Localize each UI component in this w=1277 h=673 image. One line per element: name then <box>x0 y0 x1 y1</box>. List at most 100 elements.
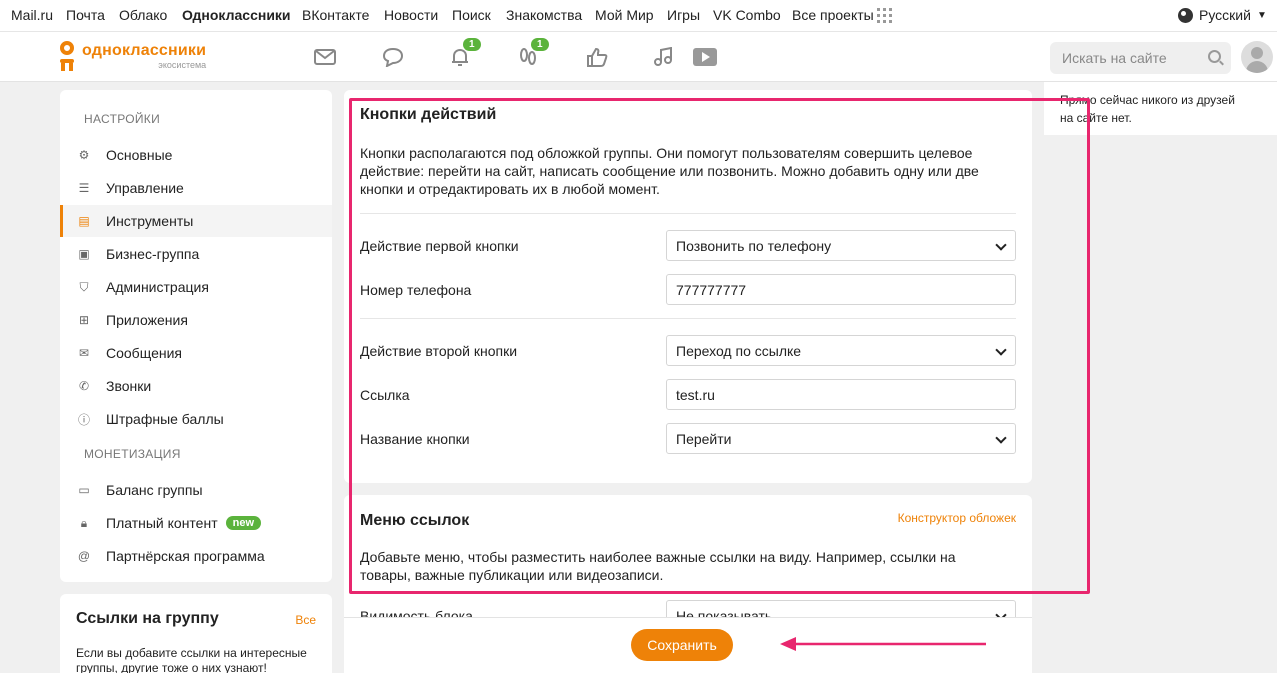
at-icon: @ <box>77 549 91 563</box>
first-action-select[interactable]: Позвонить по телефону <box>666 230 1016 261</box>
button-name-select[interactable]: Перейти <box>666 423 1016 454</box>
sidebar-item-penalty[interactable]: ⓘ Штрафные баллы <box>60 403 332 435</box>
sidebar-item-label: Сообщения <box>106 345 182 361</box>
envelope-icon: ✉ <box>78 346 90 360</box>
save-button[interactable]: Сохранить <box>631 629 733 661</box>
tools-icon: ▤ <box>78 214 90 228</box>
settings-section-title: НАСТРОЙКИ <box>84 112 161 126</box>
bell-icon[interactable]: 1 <box>445 38 481 72</box>
portal-link-games[interactable]: Игры <box>667 7 700 23</box>
link-input[interactable]: test.ru <box>666 379 1016 410</box>
phone-label: Номер телефона <box>360 282 472 298</box>
like-icon[interactable] <box>582 42 612 72</box>
second-action-select[interactable]: Переход по ссылке <box>666 335 1016 366</box>
sidebar-item-tools[interactable]: ▤ Инструменты <box>60 205 332 237</box>
sidebar-item-partner[interactable]: @ Партнёрская программа <box>60 540 332 572</box>
sidebar-item-label: Платный контент <box>106 515 218 531</box>
portal-link-cloud[interactable]: Облако <box>119 7 167 23</box>
friends-online-box: Прямо сейчас никого из друзей на сайте н… <box>1044 82 1277 135</box>
group-links-box: Ссылки на группу Все Если вы добавите сс… <box>60 594 332 673</box>
action-buttons-description: Кнопки располагаются под обложкой группы… <box>360 145 979 197</box>
link-menu-description: Добавьте меню, чтобы разместить наиболее… <box>360 549 956 583</box>
video-icon[interactable] <box>690 42 720 72</box>
link-value: test.ru <box>676 386 715 403</box>
sidebar-item-label: Звонки <box>106 378 152 394</box>
portal-link-search[interactable]: Поиск <box>452 7 491 23</box>
new-badge: new <box>225 516 262 530</box>
mail-icon[interactable] <box>310 42 340 72</box>
portal-link-myworld[interactable]: Мой Мир <box>595 7 654 23</box>
sidebar-item-paid-content[interactable]: 🔒︎ Платный контент new <box>60 507 332 539</box>
admin-icon: ⛉ <box>79 279 89 294</box>
divider <box>360 318 1016 319</box>
sidebar-item-calls[interactable]: ✆ Звонки <box>60 370 332 402</box>
sidebar-item-administration[interactable]: ⛉ Администрация <box>60 271 332 303</box>
link-menu-title: Меню ссылок <box>360 512 470 529</box>
friends-online-text: Прямо сейчас никого из друзей на сайте н… <box>1060 93 1235 125</box>
phone-input[interactable]: 777777777 <box>666 274 1016 305</box>
divider <box>360 213 1016 214</box>
sidebar-item-label: Штрафные баллы <box>106 411 224 427</box>
button-name-value: Перейти <box>676 430 732 447</box>
sidebar-item-label: Приложения <box>106 312 188 328</box>
portal-bar: Mail.ru Почта Облако Одноклассники ВКонт… <box>0 0 1277 32</box>
briefcase-icon: ▣ <box>78 247 90 261</box>
sidebar-item-label: Партнёрская программа <box>106 548 265 564</box>
music-icon[interactable] <box>648 42 678 72</box>
sidebar-item-business-group[interactable]: ▣ Бизнес-группа <box>60 238 332 270</box>
apps-grid-icon[interactable] <box>877 8 892 23</box>
user-avatar[interactable] <box>1241 41 1273 73</box>
ok-logo[interactable]: одноклассники экосистема <box>58 41 206 71</box>
second-action-value: Переход по ссылке <box>676 342 802 359</box>
guests-badge: 1 <box>531 38 549 51</box>
sidebar-item-messages[interactable]: ✉ Сообщения <box>60 337 332 369</box>
portal-link-mailru[interactable]: Mail.ru <box>11 7 53 23</box>
warning-icon: ⓘ <box>77 412 90 427</box>
cover-constructor-link[interactable]: Конструктор обложек <box>898 511 1016 525</box>
sidebar-item-label: Баланс группы <box>106 482 203 498</box>
chevron-down-icon <box>995 344 1007 356</box>
action-buttons-title: Кнопки действий <box>360 106 497 123</box>
lock-icon: 🔒︎ <box>80 515 88 530</box>
chevron-down-icon <box>995 432 1007 444</box>
button-name-label: Название кнопки <box>360 431 470 447</box>
sidebar-item-balance[interactable]: ▭ Баланс группы <box>60 474 332 506</box>
gear-icon: ⚙ <box>78 148 90 162</box>
sidebar-item-label: Инструменты <box>106 213 194 229</box>
second-action-label: Действие второй кнопки <box>360 343 518 359</box>
apps-icon: ⊞ <box>78 313 90 327</box>
language-selector[interactable]: Русский ▼ <box>1178 7 1267 23</box>
sidebar-item-label: Бизнес-группа <box>106 246 200 262</box>
group-links-all-link[interactable]: Все <box>295 613 316 627</box>
chat-icon[interactable] <box>378 42 408 72</box>
monetization-section-title: МОНЕТИЗАЦИЯ <box>84 447 181 461</box>
first-action-label: Действие первой кнопки <box>360 238 519 254</box>
group-links-title: Ссылки на группу <box>76 610 219 627</box>
globe-icon <box>1178 7 1193 23</box>
portal-link-ok[interactable]: Одноклассники <box>182 7 291 23</box>
portal-link-all-projects[interactable]: Все проекты <box>792 7 874 23</box>
sidebar-item-label: Управление <box>106 180 184 196</box>
search-placeholder: Искать на сайте <box>1062 50 1167 66</box>
portal-link-vkcombo[interactable]: VK Combo <box>713 7 781 23</box>
ok-header: одноклассники экосистема 1 1 Искать на с… <box>0 32 1277 82</box>
sidebar-item-general[interactable]: ⚙ Основные <box>60 139 332 171</box>
portal-link-vk[interactable]: ВКонтакте <box>302 7 369 23</box>
site-search-input[interactable]: Искать на сайте <box>1050 42 1231 74</box>
save-bar: Сохранить <box>344 617 1032 673</box>
portal-link-dating[interactable]: Знакомства <box>506 7 582 23</box>
logo-name: одноклассники <box>82 42 207 59</box>
chevron-down-icon <box>995 239 1007 251</box>
sidebar-item-management[interactable]: ☰ Управление <box>60 172 332 204</box>
notifications-badge: 1 <box>463 38 481 51</box>
language-label: Русский <box>1199 7 1251 23</box>
phone-value: 777777777 <box>676 281 747 298</box>
settings-sidebar: НАСТРОЙКИ ⚙ Основные ☰ Управление ▤ Инст… <box>60 90 332 582</box>
sidebar-item-label: Основные <box>106 147 173 163</box>
phone-icon: ✆ <box>78 379 90 393</box>
search-icon[interactable] <box>1208 50 1221 63</box>
portal-link-news[interactable]: Новости <box>384 7 438 23</box>
sidebar-item-apps[interactable]: ⊞ Приложения <box>60 304 332 336</box>
portal-link-mail[interactable]: Почта <box>66 7 105 23</box>
guests-icon[interactable]: 1 <box>513 38 549 72</box>
